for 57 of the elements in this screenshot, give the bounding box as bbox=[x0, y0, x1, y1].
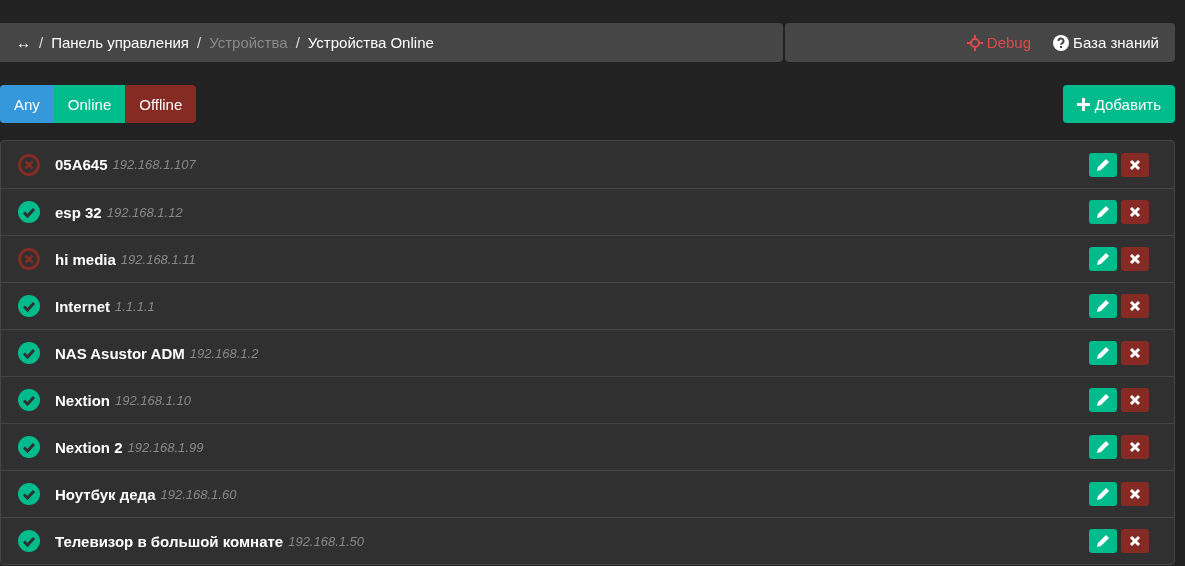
delete-button[interactable] bbox=[1121, 482, 1149, 506]
pencil-icon bbox=[1096, 393, 1110, 407]
close-icon bbox=[1129, 441, 1141, 453]
pencil-icon bbox=[1096, 157, 1110, 172]
crosshair-icon bbox=[966, 34, 983, 51]
breadcrumb-separator: / bbox=[295, 34, 300, 51]
close-icon bbox=[1129, 347, 1141, 359]
home-link[interactable]: ↔ bbox=[16, 34, 31, 51]
pencil-icon bbox=[1096, 534, 1110, 548]
pencil-icon bbox=[1096, 252, 1110, 266]
pencil-icon bbox=[1096, 487, 1110, 501]
breadcrumb-separator: / bbox=[39, 34, 44, 51]
device-name: Nextion bbox=[55, 391, 110, 409]
delete-button[interactable] bbox=[1121, 388, 1149, 412]
close-icon bbox=[1129, 488, 1141, 500]
close-icon bbox=[1129, 300, 1141, 312]
breadcrumb-separator: / bbox=[197, 34, 202, 51]
device-name: hi media bbox=[55, 250, 116, 268]
close-icon bbox=[1129, 535, 1141, 547]
delete-button[interactable] bbox=[1121, 435, 1149, 459]
close-icon bbox=[1129, 206, 1141, 218]
close-icon bbox=[1129, 158, 1141, 171]
delete-button[interactable] bbox=[1121, 294, 1149, 318]
breadcrumb-item[interactable]: Панель управления bbox=[51, 34, 189, 51]
close-icon bbox=[1129, 253, 1141, 265]
delete-button[interactable] bbox=[1121, 200, 1149, 224]
device-name: Nextion 2 bbox=[55, 438, 123, 456]
device-ip: 192.168.1.2 bbox=[189, 345, 259, 361]
device-ip: 1.1.1.1 bbox=[115, 298, 155, 314]
plus-icon bbox=[1076, 97, 1090, 111]
delete-button[interactable] bbox=[1121, 152, 1149, 177]
device-name: Телевизор в большой комнате bbox=[55, 532, 284, 550]
close-icon bbox=[1129, 394, 1141, 406]
breadcrumb-item[interactable]: Устройства Online bbox=[307, 34, 434, 51]
filter-button[interactable]: Offline bbox=[125, 85, 197, 123]
device-ip: 192.168.1.10 bbox=[115, 392, 191, 408]
pencil-icon bbox=[1096, 440, 1110, 454]
device-name: esp 32 bbox=[55, 203, 102, 221]
device-name: 05A645 bbox=[55, 156, 108, 173]
pencil-icon bbox=[1096, 346, 1110, 360]
knowledge-base-link[interactable]: База знаний bbox=[1053, 34, 1159, 51]
device-ip: 192.168.1.99 bbox=[127, 439, 204, 455]
delete-button[interactable] bbox=[1121, 247, 1149, 271]
help-icon bbox=[1053, 34, 1070, 51]
edit-button[interactable] bbox=[1089, 152, 1117, 177]
device-ip: 192.168.1.60 bbox=[160, 486, 237, 502]
device-ip: 192.168.1.50 bbox=[288, 533, 365, 549]
delete-button[interactable] bbox=[1121, 341, 1149, 365]
delete-button[interactable] bbox=[1121, 529, 1149, 553]
device-name: Ноутбук деда bbox=[55, 485, 156, 503]
pencil-icon bbox=[1096, 205, 1110, 219]
device-name: NAS Asustor ADM bbox=[55, 344, 185, 362]
device-name: Internet bbox=[55, 297, 110, 315]
device-ip: 192.168.1.107 bbox=[112, 157, 196, 172]
pencil-icon bbox=[1096, 299, 1110, 313]
device-ip: 192.168.1.12 bbox=[106, 204, 183, 220]
device-ip: 192.168.1.11 bbox=[120, 251, 196, 267]
